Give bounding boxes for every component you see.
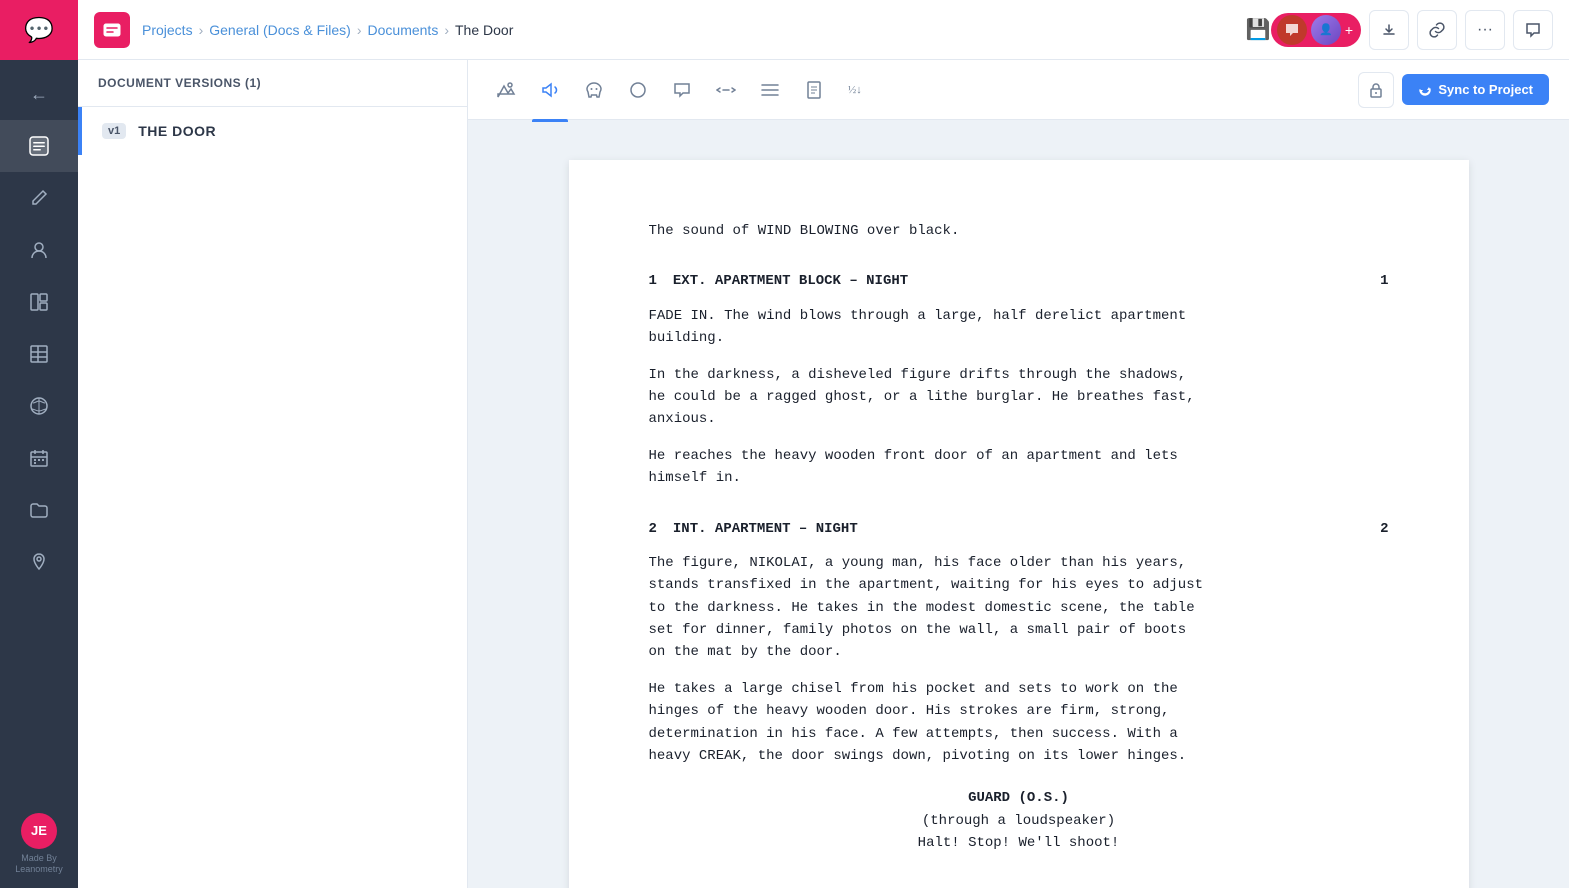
made-by-label: Made By Leanometry <box>0 853 78 876</box>
collaborator-avatar: 👤 <box>1311 15 1341 45</box>
scene-1-para-3: He reaches the heavy wooden front door o… <box>649 445 1389 490</box>
dialogue-parenthetical: (through a loudspeaker) <box>649 810 1389 832</box>
mask-toolbar-icon[interactable] <box>576 72 612 108</box>
scene-2-para-1: The figure, NIKOLAI, a young man, his fa… <box>649 552 1389 664</box>
breadcrumb-sep-3: › <box>444 22 449 38</box>
layout-nav-item[interactable] <box>0 276 78 328</box>
user-avatar[interactable]: JE <box>21 813 57 849</box>
content-row: DOCUMENT VERSIONS (1) v1 THE DOOR <box>78 60 1569 888</box>
breadcrumb-general[interactable]: General (Docs & Files) <box>209 22 351 38</box>
collaborators-group[interactable]: 👤 + <box>1271 13 1361 47</box>
scene-1-num-right: 1 <box>1380 270 1388 292</box>
screenplay-text: The sound of WIND BLOWING over black. 1 … <box>649 220 1389 855</box>
more-options-button[interactable]: ··· <box>1465 10 1505 50</box>
nav-icons: ← <box>0 60 78 813</box>
nav-bottom: JE Made By Leanometry <box>0 813 78 888</box>
scene-1-para-2: In the darkness, a disheveled figure dri… <box>649 364 1389 431</box>
document-area: ½↓ <box>468 60 1569 888</box>
scene-2-num-right: 2 <box>1380 518 1388 540</box>
arrows-toolbar-icon[interactable] <box>708 72 744 108</box>
header-bar: Projects › General (Docs & Files) › Docu… <box>78 0 1569 60</box>
megaphone-toolbar-icon[interactable] <box>532 72 568 108</box>
header-app-icon[interactable] <box>94 12 130 48</box>
back-button[interactable]: ← <box>0 68 78 120</box>
save-icon[interactable]: 💾 <box>1246 17 1271 42</box>
doc-toolbar-icon[interactable] <box>796 72 832 108</box>
breadcrumb-current: The Door <box>455 22 513 38</box>
calendar-nav-item[interactable] <box>0 432 78 484</box>
left-sidebar: DOCUMENT VERSIONS (1) v1 THE DOOR <box>78 60 468 888</box>
scene-2-num-left: 2 <box>649 518 657 540</box>
version-badge: v1 <box>102 123 126 139</box>
location-nav-item[interactable] <box>0 536 78 588</box>
link-button[interactable] <box>1417 10 1457 50</box>
scene-1-num-left: 1 <box>649 270 657 292</box>
breadcrumb-projects[interactable]: Projects <box>142 22 193 38</box>
add-collaborator-icon[interactable]: + <box>1345 22 1353 38</box>
lock-button[interactable] <box>1358 72 1394 108</box>
scene-1-title: EXT. APARTMENT BLOCK – NIGHT <box>673 270 1364 292</box>
scene-1-heading: 1 EXT. APARTMENT BLOCK – NIGHT 1 <box>649 270 1389 292</box>
scene-2-title: INT. APARTMENT – NIGHT <box>673 518 1364 540</box>
breadcrumb-sep-2: › <box>357 22 362 38</box>
download-button[interactable] <box>1369 10 1409 50</box>
app-logo[interactable]: 💬 <box>0 0 78 60</box>
scene-2-para-2: He takes a large chisel from his pocket … <box>649 678 1389 768</box>
breadcrumb-sep-1: › <box>199 22 204 38</box>
sync-button[interactable]: Sync to Project <box>1402 74 1549 105</box>
sports-nav-item[interactable] <box>0 380 78 432</box>
icon-rail: 💬 ← <box>0 0 78 888</box>
document-nav-item[interactable] <box>0 120 78 172</box>
scene-2-heading: 2 INT. APARTMENT – NIGHT 2 <box>649 518 1389 540</box>
circle-toolbar-icon[interactable] <box>620 72 656 108</box>
people-nav-item[interactable] <box>0 224 78 276</box>
scene-1-para-1: FADE IN. The wind blows through a large,… <box>649 305 1389 350</box>
header-right: 👤 + ··· <box>1271 10 1553 50</box>
screenplay-scroll[interactable]: The sound of WIND BLOWING over black. 1 … <box>468 120 1569 888</box>
version-item[interactable]: v1 THE DOOR <box>78 107 467 155</box>
screenplay-page: The sound of WIND BLOWING over black. 1 … <box>569 160 1469 888</box>
numbering-toolbar-icon[interactable]: ½↓ <box>840 72 876 108</box>
breadcrumb: Projects › General (Docs & Files) › Docu… <box>142 22 1234 38</box>
main-area: Projects › General (Docs & Files) › Docu… <box>78 0 1569 888</box>
svg-text:½↓: ½↓ <box>848 84 862 96</box>
sync-button-label: Sync to Project <box>1438 82 1533 97</box>
edit-nav-item[interactable] <box>0 172 78 224</box>
chat-button[interactable] <box>1513 10 1553 50</box>
breadcrumb-documents[interactable]: Documents <box>368 22 439 38</box>
dialogue-line: Halt! Stop! We'll shoot! <box>729 832 1309 854</box>
version-title: THE DOOR <box>138 123 216 139</box>
dialogue-character: GUARD (O.S.) <box>649 787 1389 809</box>
lines-toolbar-icon[interactable] <box>752 72 788 108</box>
sidebar-header: DOCUMENT VERSIONS (1) <box>78 60 467 107</box>
chat-toolbar-icon[interactable] <box>664 72 700 108</box>
table-nav-item[interactable] <box>0 328 78 380</box>
opening-text: The sound of WIND BLOWING over black. <box>649 220 1389 242</box>
doc-toolbar: ½↓ <box>468 60 1569 120</box>
mountain-toolbar-icon[interactable] <box>488 72 524 108</box>
collaborator-chat-icon <box>1277 15 1307 45</box>
folder-nav-item[interactable] <box>0 484 78 536</box>
